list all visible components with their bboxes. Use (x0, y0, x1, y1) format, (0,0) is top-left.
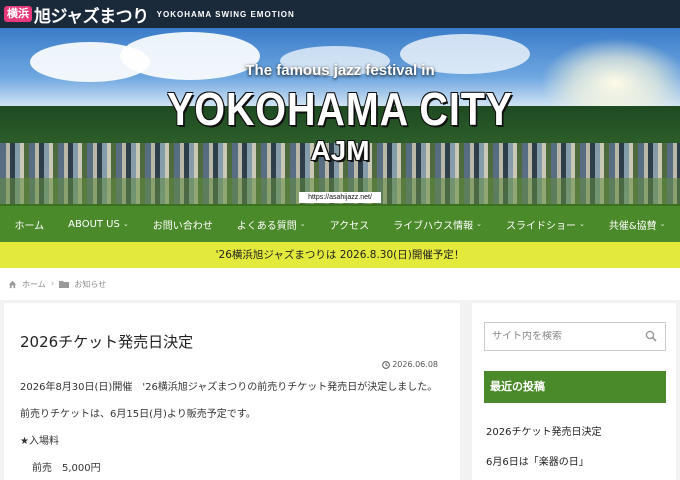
logo-badge[interactable]: 横浜 (4, 6, 32, 22)
breadcrumb-category[interactable]: お知らせ (74, 279, 106, 290)
nav-item[interactable]: 共催&協賛 ⌄ (597, 217, 678, 232)
article-title: 2026チケット発売日決定 (20, 333, 194, 351)
nav-item[interactable]: よくある質問 ⌄ (225, 217, 318, 232)
clock-icon (382, 360, 391, 369)
hero-title: YOKOHAMA CITY (167, 83, 513, 135)
nav-item[interactable]: ホーム (2, 217, 56, 232)
recent-posts-heading: 最近の投稿 (484, 371, 666, 403)
nav-item-label: ライブハウス情報 (393, 220, 474, 232)
nav-item-label: ABOUT US (68, 218, 120, 230)
sidebar: 最近の投稿 2026チケット発売日決定 6月6日は「楽器の日」 (472, 303, 676, 480)
site-header: 横浜 旭ジャズまつり YOKOHAMA SWING EMOTION (0, 0, 680, 28)
nav-item-label: スライドショー (505, 220, 576, 232)
nav-item[interactable]: ライブハウス情報 ⌄ (381, 217, 494, 232)
nav-item-label: 共催&協賛 (608, 220, 657, 232)
breadcrumb-home[interactable]: ホーム (22, 279, 46, 290)
nav-item-label: よくある質問 (236, 220, 297, 232)
article-paragraph: 前売 5,000円 (32, 463, 101, 474)
article-paragraph: ★入場料 (20, 436, 59, 447)
hero-tagline: The famous jazz festival in (245, 62, 435, 79)
recent-post-link[interactable]: 2026チケット発売日決定 (486, 423, 601, 438)
article-paragraph: 2026年8月30日(日)開催 '26横浜旭ジャズまつりの前売りチケット発売日が… (20, 382, 438, 393)
main-nav: ホーム ABOUT US ⌄ お問い合わせ よくある質問 ⌄ アクセス ライブハウス情報 ⌄ スラ… (0, 204, 680, 242)
chevron-right-icon: › (50, 279, 55, 289)
hero-banner: The famous jazz festival in YOKOHAMA CIT… (0, 28, 680, 204)
folder-icon (59, 281, 70, 288)
notice-bar[interactable]: '26横浜旭ジャズまつりは 2026.8.30(日)開催予定！ (0, 242, 680, 268)
chevron-down-icon: ⌄ (122, 220, 129, 228)
nav-item[interactable]: お問い合わせ (141, 217, 225, 232)
article-date: 2026.06.08 (382, 360, 438, 369)
home-icon (8, 280, 17, 288)
nav-item[interactable]: ABOUT US ⌄ (56, 219, 141, 230)
article: 2026チケット発売日決定 2026.06.08 2026年8月30日(日)開催… (4, 303, 460, 480)
nav-item[interactable]: アクセス (318, 217, 382, 232)
chevron-down-icon: ⌄ (299, 220, 306, 228)
site-tagline: YOKOHAMA SWING EMOTION (156, 9, 295, 19)
date-text: 2026.06.08 (392, 360, 438, 369)
site-logo[interactable]: 旭ジャズまつり (34, 2, 149, 27)
recent-post-link[interactable]: 6月6日は「楽器の日」 (486, 453, 589, 468)
hero-url: https://asahijazz.net/ (299, 192, 381, 203)
nav-item-label: お問い合わせ (152, 220, 213, 232)
chevron-down-icon: ⌄ (476, 220, 482, 228)
search-input[interactable] (492, 331, 642, 342)
search-box (484, 322, 666, 351)
nav-item[interactable]: スライドショー ⌄ (494, 217, 597, 232)
nav-item-label: アクセス (329, 220, 370, 232)
search-icon[interactable] (645, 330, 657, 342)
nav-item-label: ホーム (14, 220, 45, 232)
chevron-down-icon: ⌄ (659, 220, 666, 228)
hero-abbr: AJM (310, 135, 370, 166)
chevron-down-icon: ⌄ (578, 220, 585, 228)
article-paragraph: 前売りチケットは、6月15日(月)より販売予定です。 (20, 409, 256, 420)
breadcrumb: ホーム › お知らせ (0, 268, 680, 300)
